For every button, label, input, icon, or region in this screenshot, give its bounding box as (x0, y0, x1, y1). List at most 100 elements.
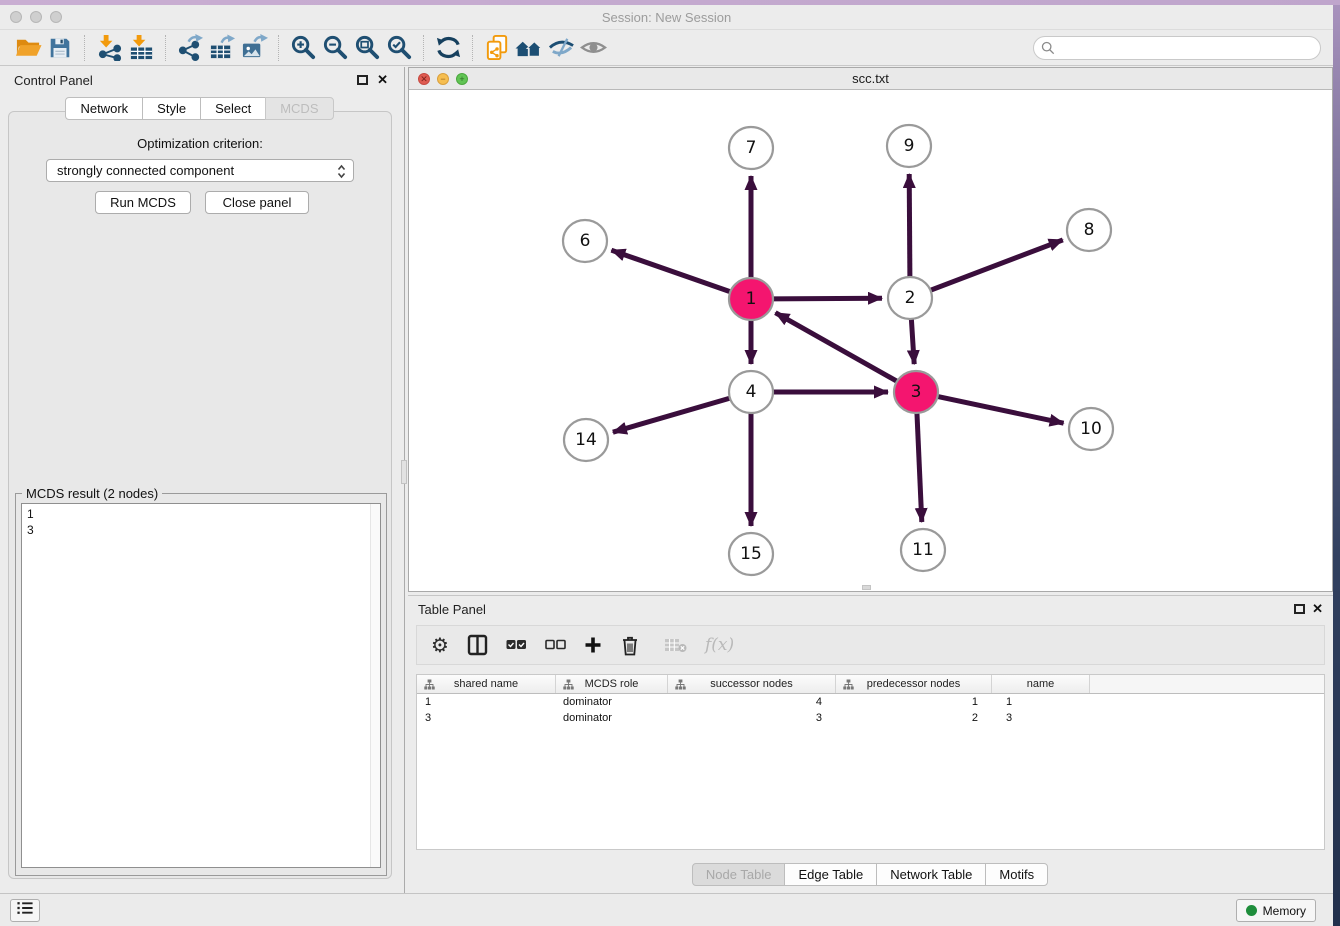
delete-column-icon[interactable] (620, 632, 640, 658)
table-panel-float-icon[interactable] (1294, 604, 1305, 614)
node-6[interactable]: 6 (563, 220, 607, 262)
table-cell[interactable]: 1 (417, 694, 556, 710)
edge-1-2[interactable] (771, 298, 882, 299)
control-panel-float-icon[interactable] (357, 75, 368, 85)
node-4[interactable]: 4 (729, 371, 773, 413)
select-all-columns-icon[interactable] (506, 632, 527, 658)
table-tab-edge-table[interactable]: Edge Table (784, 863, 877, 886)
table-cell[interactable]: 3 (668, 710, 836, 726)
node-15[interactable]: 15 (729, 533, 773, 575)
node-8[interactable]: 8 (1067, 209, 1111, 251)
node-11[interactable]: 11 (901, 529, 945, 571)
table-options-icon[interactable]: ⚙ (431, 632, 449, 658)
zoom-in-icon[interactable] (287, 33, 319, 63)
node-table[interactable]: shared nameMCDS rolesuccessor nodesprede… (416, 674, 1325, 850)
search-input[interactable] (1033, 36, 1321, 60)
column-header-predecessor-nodes[interactable]: predecessor nodes (836, 675, 992, 693)
home-neighbors-icon[interactable] (513, 33, 545, 63)
open-session-icon[interactable] (12, 33, 44, 63)
tab-style[interactable]: Style (142, 97, 201, 120)
column-type-icon (424, 679, 435, 693)
mcds-result-title: MCDS result (2 nodes) (22, 486, 162, 501)
table-panel-close-icon[interactable]: ✕ (1312, 602, 1323, 615)
edge-1-6[interactable] (611, 250, 732, 292)
memory-button[interactable]: Memory (1236, 899, 1316, 922)
column-header-shared-name[interactable]: shared name (417, 675, 556, 693)
table-row[interactable]: 3dominator323 (417, 710, 1324, 726)
edge-4-14[interactable] (613, 398, 732, 433)
apply-layout-icon[interactable] (432, 33, 464, 63)
node-3[interactable]: 3 (894, 371, 938, 413)
column-type-icon (843, 679, 854, 693)
table-row[interactable]: 1dominator411 (417, 694, 1324, 710)
dropdown-stepper-icon (337, 164, 346, 182)
show-all-icon[interactable] (577, 33, 609, 63)
clone-network-icon[interactable] (481, 33, 513, 63)
table-cell[interactable]: 1 (992, 694, 1090, 710)
edge-3-1[interactable] (775, 313, 898, 383)
column-type-icon (675, 679, 686, 693)
node-1[interactable]: 1 (729, 278, 773, 320)
deselect-all-columns-icon[interactable] (545, 632, 566, 658)
network-title: scc.txt (409, 71, 1332, 86)
control-panel-close-icon[interactable]: ✕ (377, 73, 388, 86)
splitter-handle[interactable] (401, 460, 407, 484)
edge-2-9[interactable] (909, 174, 910, 278)
task-history-button[interactable] (10, 899, 40, 922)
add-column-icon[interactable] (584, 632, 602, 658)
node-2[interactable]: 2 (888, 277, 932, 319)
run-mcds-button[interactable]: Run MCDS (95, 191, 191, 214)
table-cell[interactable]: 1 (836, 694, 992, 710)
table-tab-motifs[interactable]: Motifs (985, 863, 1048, 886)
svg-text:1: 1 (746, 289, 757, 309)
table-tab-network-table[interactable]: Network Table (876, 863, 986, 886)
export-network-icon[interactable] (174, 33, 206, 63)
node-7[interactable]: 7 (729, 127, 773, 169)
column-chooser-icon[interactable] (467, 632, 488, 658)
table-cell[interactable]: dominator (556, 710, 668, 726)
delete-table-icon[interactable] (664, 632, 687, 658)
zoom-fit-icon[interactable] (351, 33, 383, 63)
node-10[interactable]: 10 (1069, 408, 1113, 450)
save-session-icon[interactable] (44, 33, 76, 63)
function-builder-icon[interactable]: f(x) (705, 632, 734, 658)
edge-3-11[interactable] (917, 412, 922, 522)
result-scrollbar[interactable] (370, 504, 380, 867)
table-cell[interactable]: 4 (668, 694, 836, 710)
node-9[interactable]: 9 (887, 125, 931, 167)
tab-network[interactable]: Network (65, 97, 143, 120)
zoom-out-icon[interactable] (319, 33, 351, 63)
header-filler (1090, 675, 1324, 693)
zoom-selected-icon[interactable] (383, 33, 415, 63)
edge-2-8[interactable] (929, 240, 1063, 291)
list-icon (16, 899, 34, 922)
table-tab-node-table[interactable]: Node Table (692, 863, 786, 886)
table-cell[interactable]: 2 (836, 710, 992, 726)
import-network-icon[interactable] (93, 33, 125, 63)
import-table-icon[interactable] (125, 33, 157, 63)
node-14[interactable]: 14 (564, 419, 608, 461)
tab-mcds[interactable]: MCDS (265, 97, 333, 120)
edge-3-10[interactable] (936, 396, 1064, 423)
column-header-name[interactable]: name (992, 675, 1090, 693)
criterion-dropdown[interactable]: strongly connected component (46, 159, 354, 182)
export-table-icon[interactable] (206, 33, 238, 63)
edge-2-3[interactable] (911, 318, 914, 364)
mcds-result-text[interactable]: 1 3 (21, 503, 381, 868)
export-image-icon[interactable] (238, 33, 270, 63)
vertical-splitter[interactable] (400, 67, 408, 893)
hide-selected-icon[interactable] (545, 33, 577, 63)
tab-select[interactable]: Select (200, 97, 266, 120)
table-panel: Table Panel ✕ ⚙ f(x) shared nameMCDS rol… (408, 595, 1333, 893)
table-cell[interactable]: 3 (417, 710, 556, 726)
table-cell[interactable]: 3 (992, 710, 1090, 726)
close-panel-button[interactable]: Close panel (205, 191, 309, 214)
network-graph[interactable]: 7 9 6 8 1 2 4 3 14 10 15 11 (409, 90, 1332, 592)
network-resize-handle[interactable] (862, 585, 871, 590)
network-window-titlebar[interactable]: ✕ − + scc.txt (409, 68, 1332, 90)
table-toolbar: ⚙ f(x) (416, 625, 1325, 665)
toolbar-separator (278, 35, 279, 61)
table-cell[interactable]: dominator (556, 694, 668, 710)
column-header-successor-nodes[interactable]: successor nodes (668, 675, 836, 693)
column-header-MCDS-role[interactable]: MCDS role (556, 675, 668, 693)
